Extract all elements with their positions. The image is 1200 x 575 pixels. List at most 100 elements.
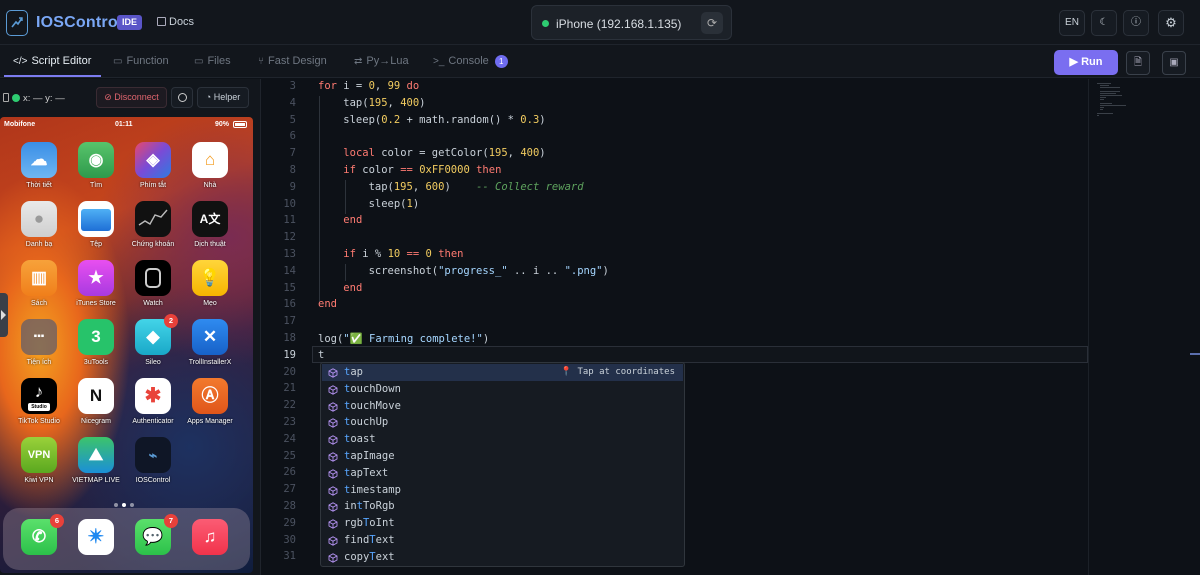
autocomplete-item[interactable]: rgbToInt — [322, 515, 683, 532]
code-line[interactable]: end — [318, 214, 362, 226]
autocomplete-item[interactable]: touchMove — [322, 398, 683, 415]
dock-safari[interactable]: ✴ — [67, 519, 125, 573]
collapse-handle-icon[interactable] — [0, 293, 8, 337]
dock-messages[interactable]: 💬 7 — [124, 514, 182, 573]
save-icon[interactable]: ▣ — [1162, 51, 1186, 75]
autocomplete-label: tapImage — [344, 450, 395, 462]
function-cube-icon — [328, 536, 338, 546]
coords-text: x: — y: — — [23, 93, 65, 104]
line-number: 17 — [283, 315, 296, 328]
disconnect-button[interactable]: ⊘ Disconnect — [96, 87, 167, 108]
settings-gear-icon[interactable]: ⚙ — [1158, 10, 1184, 36]
app-translate[interactable]: A文 Dịch thuật — [181, 201, 239, 257]
run-button[interactable]: ▶ Run — [1054, 50, 1118, 75]
line-number: 23 — [283, 416, 296, 428]
refresh-icon[interactable]: ⟳ — [701, 12, 723, 34]
app-apps-manager[interactable]: Ⓐ Apps Manager — [181, 378, 239, 434]
line-number: 15 — [283, 281, 296, 294]
autocomplete-item[interactable]: toast — [322, 431, 683, 448]
code-line[interactable]: local color = getColor(195, 400) — [318, 147, 545, 159]
code-line[interactable]: if i % 10 == 0 then — [318, 248, 463, 260]
app-contacts[interactable]: ● Danh bạ — [10, 201, 68, 257]
app-kiwi-vpn[interactable]: VPN Kiwi VPN — [10, 437, 68, 493]
app-nicegram[interactable]: N Nicegram — [67, 378, 125, 434]
dock-phone[interactable]: ✆ 6 — [10, 514, 68, 573]
autocomplete-item[interactable]: tap 📍 Tap at coordinates — [322, 364, 683, 381]
app-weather[interactable]: ☁ Thời tiết — [10, 142, 68, 198]
dock-music[interactable]: ♫ — [181, 519, 239, 573]
autocomplete-label: touchDown — [344, 382, 401, 395]
app-utilities[interactable]: ▪▪▪ Tiện ích — [10, 319, 68, 375]
home-button[interactable] — [171, 87, 193, 108]
autocomplete-label: touchUp — [344, 416, 389, 429]
app-sileo[interactable]: ◆ 2 Sileo — [124, 314, 182, 375]
app-3utools[interactable]: 3 3uTools — [67, 319, 125, 375]
minimap[interactable] — [1088, 79, 1200, 575]
code-line[interactable]: end — [318, 298, 337, 310]
code-line[interactable]: sleep(1) — [318, 198, 420, 210]
code-line[interactable]: t — [318, 349, 324, 361]
app-files[interactable]: Tệp — [67, 201, 125, 257]
autocomplete-item[interactable]: intToRgb — [322, 498, 683, 515]
tab-fast-design[interactable]: ⑂ Fast Design — [258, 55, 327, 67]
tab-files[interactable]: ▭ Files — [194, 55, 231, 67]
app-books[interactable]: ▥ Sách — [10, 260, 68, 316]
tab-function[interactable]: ▭ Function — [113, 55, 169, 67]
autocomplete-item[interactable]: tapText — [322, 465, 683, 482]
code-line[interactable]: tap(195, 600) -- Collect reward — [318, 181, 584, 193]
lightbulb-icon: 💡 — [199, 268, 221, 287]
info-icon[interactable]: ⓘ — [1123, 10, 1149, 36]
book-icon — [157, 17, 166, 26]
code-line[interactable]: for i = 0, 99 do — [318, 80, 419, 92]
code-line[interactable]: tap(195, 400) — [318, 97, 425, 109]
tab-py-lua[interactable]: ⇄ Py→Lua — [354, 55, 409, 67]
device-selector[interactable]: iPhone (192.168.1.135) ⟳ — [531, 5, 732, 40]
device-controls: x: — y: — ⊘ Disconnect ◔ Helper — [0, 85, 261, 111]
new-file-icon[interactable]: 🗎 — [1126, 51, 1150, 75]
code-line[interactable]: end — [318, 282, 362, 294]
app-tiktok-studio[interactable]: ♪ Studio TikTok Studio — [10, 378, 68, 434]
autocomplete-item[interactable]: tapImage — [322, 448, 683, 465]
function-cube-icon — [328, 418, 338, 429]
app-vietmap-live[interactable]: ⛰ VIETMAP LIVE — [67, 437, 125, 493]
app-itunes-store[interactable]: ★ iTunes Store — [67, 260, 125, 316]
tab-console[interactable]: >_ Console 1 — [433, 55, 508, 68]
theme-toggle-icon[interactable]: ☾ — [1091, 10, 1117, 36]
code-line[interactable]: log("✅ Farming complete!") — [318, 332, 489, 345]
app-watch[interactable]: Watch — [124, 260, 182, 316]
app-authenticator[interactable]: ✱ Authenticator — [124, 378, 182, 434]
code-line[interactable]: screenshot("progress_" .. i .. ".png") — [318, 265, 609, 277]
autocomplete-item[interactable]: touchUp — [322, 414, 683, 431]
line-number: 8 — [289, 164, 296, 176]
status-bar: Mobifone 01:11 90% — [0, 117, 253, 132]
app-home[interactable]: ⌂ Nhà — [181, 142, 239, 198]
tab-label: Console — [448, 55, 489, 67]
app-trollinstallerx[interactable]: ✕ TrollInstallerX — [181, 319, 239, 375]
docs-link[interactable]: Docs — [157, 16, 194, 28]
autocomplete-popup[interactable]: tap 📍 Tap at coordinates touchDown touchMov… — [320, 362, 685, 567]
app-shortcuts[interactable]: ◈ Phím tắt — [124, 142, 182, 198]
tab-script-editor[interactable]: </> Script Editor — [13, 55, 91, 67]
code-line[interactable]: sleep(0.2 + math.random() * 0.3) — [318, 114, 545, 126]
app-find-my[interactable]: ◉ Tìm — [67, 142, 125, 198]
minimap-line — [1100, 107, 1104, 108]
phone-screen[interactable]: Mobifone 01:11 90% ☁ Thời tiết ◉ Tìm ◈ Phím… — [0, 117, 253, 573]
autocomplete-item[interactable]: touchDown — [322, 381, 683, 398]
minimap-line — [1097, 113, 1113, 114]
language-button[interactable]: EN — [1059, 10, 1085, 36]
autocomplete-item[interactable]: copyText — [322, 549, 683, 566]
minimap-line — [1100, 91, 1120, 92]
autocomplete-label: touchMove — [344, 399, 401, 412]
app-ioscontrol[interactable]: ⌁ IOSControl — [124, 437, 182, 493]
unplug-icon: ⊘ — [104, 92, 112, 102]
map-icon: ⛰ — [88, 445, 104, 464]
helper-button[interactable]: ◔ Helper — [197, 87, 249, 108]
app-tips[interactable]: 💡 Mẹo — [181, 260, 239, 316]
app-stocks[interactable]: Chứng khoán — [124, 201, 182, 257]
autocomplete-item[interactable]: timestamp — [322, 482, 683, 499]
autocomplete-item[interactable]: findText — [322, 532, 683, 549]
app-label: Dịch thuật — [194, 241, 226, 248]
code-line[interactable]: if color == 0xFF0000 then — [318, 164, 501, 176]
line-number-gutter: 3 4 5 6 7 8 9 10 11 12 13 14 15 16 17 18 19 20 21 22 23 24 25 2… — [262, 79, 310, 575]
line-number: 14 — [283, 264, 296, 277]
